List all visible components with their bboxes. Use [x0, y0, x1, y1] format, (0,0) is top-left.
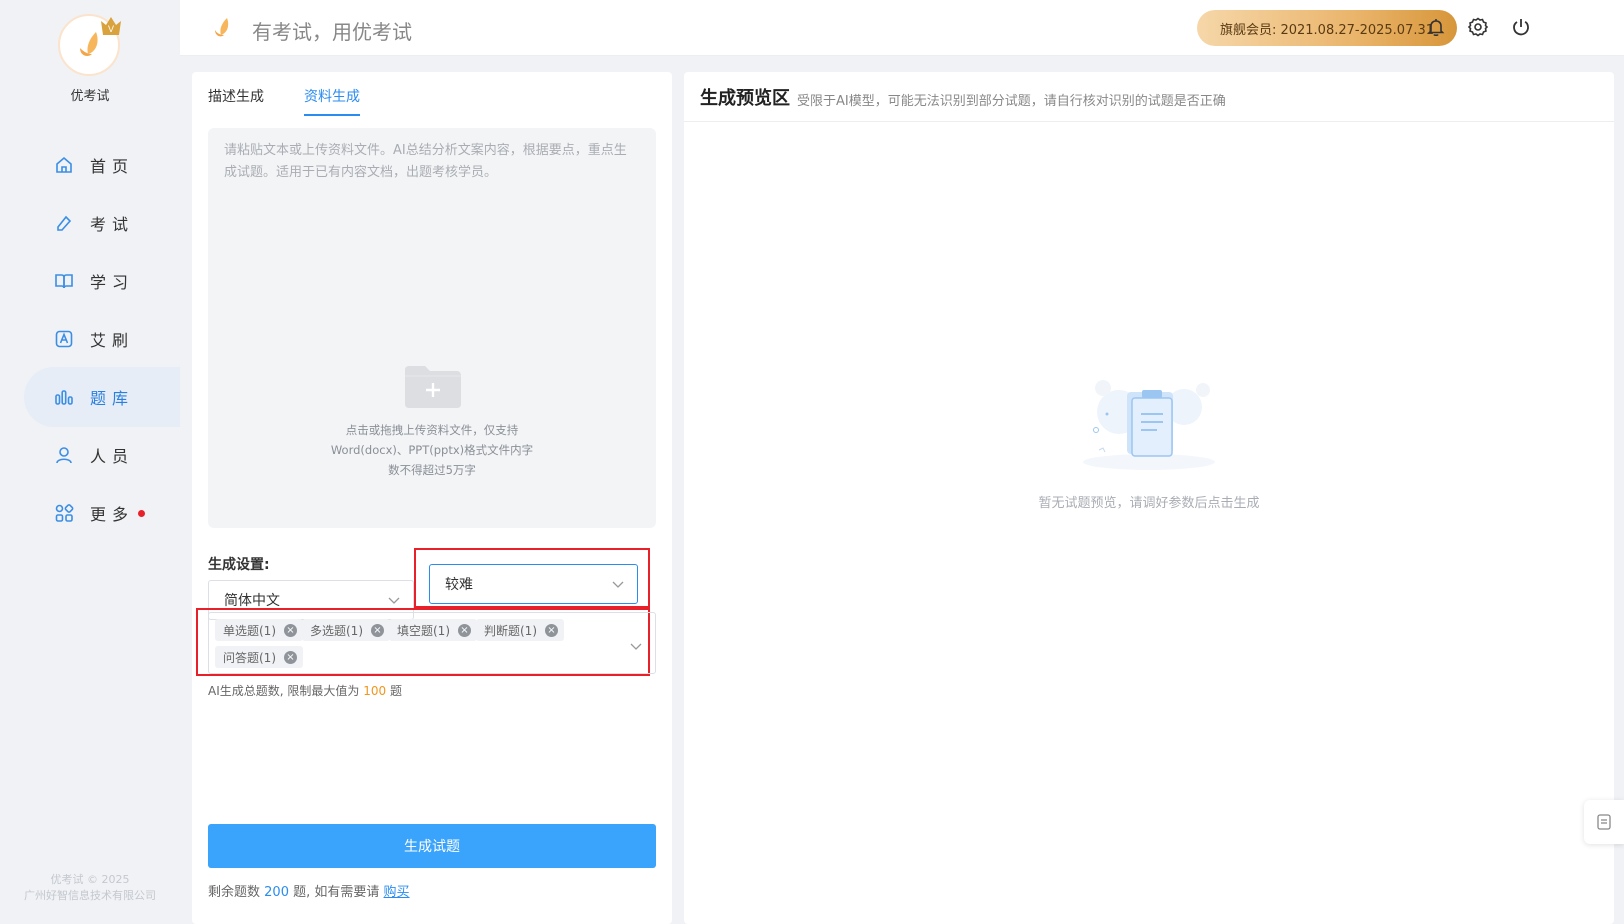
top-header: 有考试，用优考试 旗舰会员: 2021.08.27-2025.07.31: [180, 0, 1624, 56]
sidebar-item-people[interactable]: 人员: [24, 425, 180, 485]
folder-add-icon[interactable]: [403, 364, 463, 410]
brand-name: 优考试: [70, 89, 110, 104]
power-icon[interactable]: [1510, 16, 1532, 38]
upload-description: 点击或拖拽上传资料文件，仅支持 Word(docx)、PPT(pptx)格式文件…: [302, 420, 562, 480]
sidebar-item-label: 艾刷: [90, 331, 135, 350]
sidebar-item-more[interactable]: 更多: [24, 483, 180, 543]
chevron-down-icon: [612, 581, 624, 588]
remain-value: 200: [264, 885, 289, 900]
document-icon: [1597, 814, 1611, 830]
sidebar-item-label: 考试: [90, 215, 135, 234]
upload-hint-text: 请粘贴文本或上传资料文件。AI总结分析文案内容，根据要点，重点生成试题。适用于已…: [224, 143, 627, 180]
close-icon[interactable]: ×: [545, 623, 558, 637]
tag-label: 多选题(1): [310, 623, 363, 638]
limit-value: 100: [363, 684, 387, 698]
chevron-down-icon: [388, 597, 400, 604]
chevron-down-icon: [630, 643, 642, 650]
empty-clipboard-icon: [1083, 380, 1215, 470]
limit-suffix: 题: [389, 684, 402, 698]
settings-label: 生成设置:: [208, 557, 270, 573]
close-icon[interactable]: ×: [284, 623, 297, 637]
footer-company: 广州好智信息技术有限公司: [24, 889, 156, 902]
floating-notes-button[interactable]: [1584, 800, 1624, 844]
user-icon: [54, 445, 74, 465]
tab-describe[interactable]: 描述生成: [208, 86, 264, 116]
book-icon: [54, 271, 74, 291]
question-type-tag: 问答题(1) ×: [215, 646, 303, 668]
question-type-tag: 判断题(1) ×: [476, 619, 564, 641]
difficulty-value: 较难: [445, 577, 473, 593]
letter-a-icon: [54, 329, 74, 349]
close-icon[interactable]: ×: [458, 623, 471, 637]
sidebar-item-label: 学习: [90, 273, 135, 292]
sidebar-item-exam[interactable]: 考试: [24, 193, 180, 253]
sidebar-item-label: 首页: [90, 157, 135, 176]
generation-panel: 描述生成 资料生成 请粘贴文本或上传资料文件。AI总结分析文案内容，根据要点，重…: [192, 72, 672, 924]
sidebar-item-question-bank[interactable]: 题库: [24, 367, 180, 427]
sidebar-item-home[interactable]: 首页: [24, 135, 180, 195]
apps-icon: [54, 503, 74, 523]
upload-dropzone[interactable]: 请粘贴文本或上传资料文件。AI总结分析文案内容，根据要点，重点生成试题。适用于已…: [208, 128, 656, 528]
sidebar-item-label: 人员: [90, 447, 135, 466]
copyright-footer: 优考试 © 2025 广州好智信息技术有限公司: [0, 872, 180, 904]
vip-letter: V: [108, 24, 114, 34]
buy-link[interactable]: 购买: [384, 885, 410, 900]
footer-copyright: 优考试 © 2025: [50, 873, 130, 886]
preview-panel: 生成预览区 受限于AI模型，可能无法识别到部分试题，请自行核对识别的试题是否正确…: [684, 72, 1614, 924]
preview-title: 生成预览区: [700, 88, 790, 109]
bar-chart-icon: [54, 387, 74, 407]
question-type-multiselect[interactable]: 单选题(1) × 多选题(1) × 填空题(1) × 判断题(1) × 问答题(1) ×: [208, 612, 656, 674]
language-value: 简体中文: [224, 593, 280, 609]
sidebar-item-label: 更多: [90, 505, 135, 524]
membership-badge[interactable]: 旗舰会员: 2021.08.27-2025.07.31: [1197, 10, 1457, 46]
upload-desc-line: Word(docx)、PPT(pptx)格式文件内字: [330, 443, 534, 457]
tag-label: 问答题(1): [223, 650, 276, 665]
difficulty-select[interactable]: 较难: [429, 564, 638, 604]
sidebar: V 优考试 首页 考试 学习 艾刷 题库 人员 更多 优考试 © 2025 广州…: [0, 0, 180, 924]
limit-prefix: AI生成总题数, 限制最大值为: [208, 684, 360, 698]
bell-icon[interactable]: [1425, 16, 1447, 38]
gear-icon[interactable]: [1467, 16, 1489, 38]
upload-desc-line: 数不得超过5万字: [388, 463, 476, 477]
notification-dot: [138, 509, 146, 517]
edit-icon: [54, 213, 74, 233]
tag-label: 单选题(1): [223, 623, 276, 638]
remaining-quota: 剩余题数 200 题, 如有需要请 购买: [208, 881, 410, 900]
header-slogan: 有考试，用优考试: [252, 20, 412, 44]
question-limit-note: AI生成总题数, 限制最大值为 100 题: [208, 682, 402, 699]
remain-prefix: 剩余题数: [208, 885, 261, 900]
sidebar-item-study[interactable]: 学习: [24, 251, 180, 311]
close-icon[interactable]: ×: [284, 650, 297, 664]
empty-state-text: 暂无试题预览，请调好参数后点击生成: [1038, 496, 1260, 511]
leaf-logo-icon: [215, 18, 229, 37]
sidebar-item-practice[interactable]: 艾刷: [24, 309, 180, 369]
sidebar-item-label: 题库: [90, 389, 135, 408]
tag-label: 填空题(1): [397, 623, 450, 638]
question-type-tag: 填空题(1) ×: [389, 619, 477, 641]
preview-subtitle: 受限于AI模型，可能无法识别到部分试题，请自行核对识别的试题是否正确: [797, 94, 1226, 109]
vip-crown-icon: V: [101, 17, 121, 35]
tag-label: 判断题(1): [484, 623, 537, 638]
remain-mid: 题, 如有需要请: [293, 885, 380, 900]
preview-header: 生成预览区 受限于AI模型，可能无法识别到部分试题，请自行核对识别的试题是否正确: [684, 72, 1614, 122]
question-type-tag: 单选题(1) ×: [215, 619, 303, 641]
upload-desc-line: 点击或拖拽上传资料文件，仅支持: [345, 423, 519, 437]
home-icon: [54, 155, 74, 175]
generation-tabs: 描述生成 资料生成: [208, 86, 400, 116]
tab-material[interactable]: 资料生成: [304, 86, 360, 116]
question-type-tag: 多选题(1) ×: [302, 619, 390, 641]
generate-button[interactable]: 生成试题: [208, 824, 656, 868]
close-icon[interactable]: ×: [371, 623, 384, 637]
